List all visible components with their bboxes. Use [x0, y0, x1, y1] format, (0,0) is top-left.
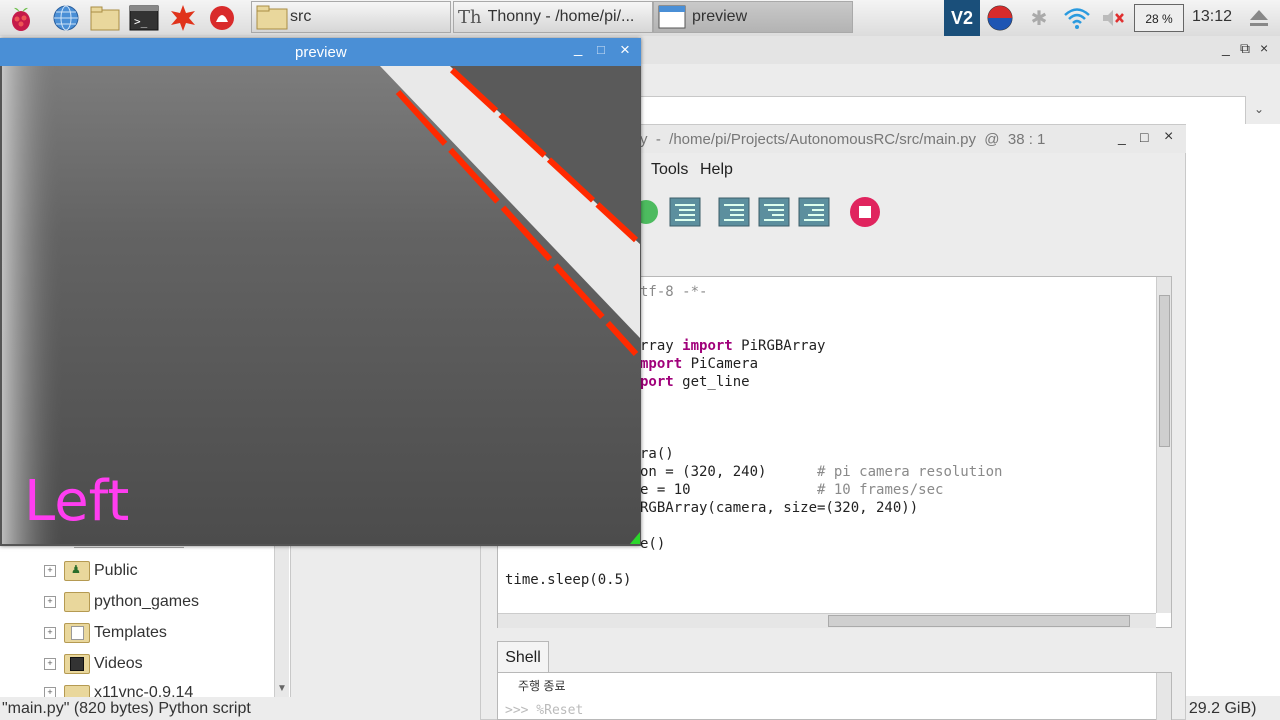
taskbar-button-label: Thonny - /home/pi/... [487, 8, 635, 25]
raspberry-menu-icon[interactable] [6, 3, 36, 33]
taskbar-button-thonny[interactable]: Th Thonny - /home/pi/... [453, 1, 653, 33]
taskbar-button-label: src [290, 8, 312, 25]
bluetooth-icon[interactable]: ✱ [1024, 3, 1054, 33]
shell-panel[interactable] [497, 672, 1172, 720]
editor-vertical-scrollbar[interactable] [1156, 277, 1171, 613]
taskbar-button-label: preview [692, 8, 748, 25]
taskbar-button-preview[interactable]: preview [653, 1, 853, 33]
menu-tools[interactable]: Tools [651, 161, 688, 179]
tree-scrollbar[interactable]: ▼ [274, 545, 289, 697]
window-icon [658, 5, 686, 29]
chevron-down-icon[interactable]: ⌄ [1254, 102, 1264, 116]
tree-item-label: x11vnc-0.9.14 [94, 684, 194, 697]
tree-item-videos[interactable]: + Videos [44, 650, 143, 678]
file-manager-titlebar: _ ⧉ × [640, 36, 1280, 64]
preview-titlebar[interactable]: preview _ □ × [0, 38, 641, 66]
minimize-icon[interactable]: _ [1118, 129, 1126, 145]
tree-item-label: Templates [94, 624, 167, 641]
minimize-icon[interactable]: _ [1222, 40, 1230, 56]
mathematica-icon[interactable] [168, 3, 198, 33]
terminal-icon[interactable]: >_ [129, 3, 159, 33]
tree-item-x11vnc[interactable]: + x11vnc-0.9.14 [44, 681, 193, 697]
tree-item-python-games[interactable]: + python_games [44, 588, 199, 616]
status-bar: "main.py" (820 bytes) Python script [0, 697, 498, 720]
shell-prompt: >>> %Reset [505, 703, 584, 718]
tree-item-label: Videos [94, 655, 143, 672]
code-line: time.sleep(0.5) [505, 572, 632, 588]
step-into-icon[interactable] [758, 197, 790, 231]
clock: 13:12 [1192, 8, 1233, 25]
window-title: preview [295, 44, 347, 61]
file-manager-icon[interactable] [90, 3, 120, 33]
code-line: e() [640, 536, 666, 552]
code-line: on = (320, 240) # pi camera resolution [640, 464, 1003, 480]
code-line: RGBArray(camera, size=(320, 240)) [640, 500, 919, 516]
shell-scrollbar[interactable] [1156, 673, 1171, 720]
maximize-icon[interactable]: □ [597, 42, 605, 57]
wolfram-icon[interactable] [207, 3, 237, 33]
shell-output: 주행 종료 [518, 679, 566, 693]
debug-icon[interactable] [669, 197, 701, 231]
cpu-monitor: 28 % [1134, 4, 1184, 32]
window-title: y - /home/pi/Projects/AutonomousRC/src/m… [640, 131, 1046, 148]
web-browser-icon[interactable] [51, 3, 81, 33]
code-line: tf-8 -*- [640, 284, 708, 300]
public-folder-icon: ♟ [64, 561, 90, 581]
close-icon[interactable]: × [1260, 40, 1268, 56]
wifi-icon[interactable] [1062, 3, 1092, 33]
code-line: mport PiCamera [640, 356, 759, 372]
folder-icon [64, 592, 90, 612]
tree-item-label: python_games [94, 593, 199, 610]
tree-item-templates[interactable]: + Templates [44, 619, 167, 647]
eject-icon[interactable] [1248, 8, 1270, 32]
restore-icon[interactable]: ⧉ [1240, 40, 1250, 57]
vnc-icon[interactable]: V2 [944, 0, 980, 36]
code-line: e = 10 # 10 frames/sec [640, 482, 944, 498]
menu-help[interactable]: Help [700, 161, 733, 179]
direction-label: Left [24, 469, 130, 534]
scrollbar-thumb[interactable] [828, 615, 1130, 627]
expand-icon[interactable]: + [44, 658, 56, 670]
step-over-icon[interactable] [718, 197, 750, 231]
close-icon[interactable]: × [620, 40, 630, 60]
folder-icon [256, 5, 288, 30]
expand-icon[interactable]: + [44, 627, 56, 639]
taskbar-button-src[interactable]: src [251, 1, 451, 33]
templates-folder-icon [64, 623, 90, 643]
tree-item-public[interactable]: + ♟ Public [44, 557, 138, 585]
volume-muted-icon[interactable] [1098, 3, 1128, 33]
svg-text:>_: >_ [134, 15, 148, 28]
preview-window: preview _ □ × Left [0, 38, 641, 546]
step-out-icon[interactable] [798, 197, 830, 231]
run-icon[interactable] [640, 198, 660, 226]
code-line: port get_line [640, 374, 750, 390]
tree-item-label: Public [94, 562, 138, 579]
expand-icon[interactable]: + [44, 596, 56, 608]
free-space-label: : 29.2 GiB) [1180, 697, 1280, 720]
taskbar: >_ src Th Thonny - /home/pi/... preview … [0, 0, 1280, 37]
stop-icon[interactable] [849, 196, 881, 232]
expand-icon[interactable]: + [44, 565, 56, 577]
scrollbar-thumb[interactable] [1159, 295, 1170, 447]
expand-icon[interactable]: + [44, 687, 56, 697]
camera-preview-image: Left [2, 66, 640, 544]
path-bar[interactable] [640, 96, 1246, 126]
minimize-icon[interactable]: _ [574, 40, 582, 57]
maximize-icon[interactable]: □ [1140, 129, 1148, 145]
keyboard-layout-icon[interactable] [985, 3, 1015, 33]
editor-horizontal-scrollbar[interactable] [498, 613, 1156, 628]
file-list-panel [1186, 124, 1280, 696]
thonny-icon: Th [458, 6, 482, 28]
code-line: rray import PiRGBArray [640, 338, 826, 354]
videos-folder-icon [64, 654, 90, 674]
folder-icon [64, 685, 90, 697]
code-line: ra() [640, 446, 674, 462]
close-icon[interactable]: × [1164, 128, 1173, 146]
tab-shell[interactable]: Shell [497, 641, 549, 673]
chevron-down-icon[interactable]: ▼ [277, 683, 287, 694]
